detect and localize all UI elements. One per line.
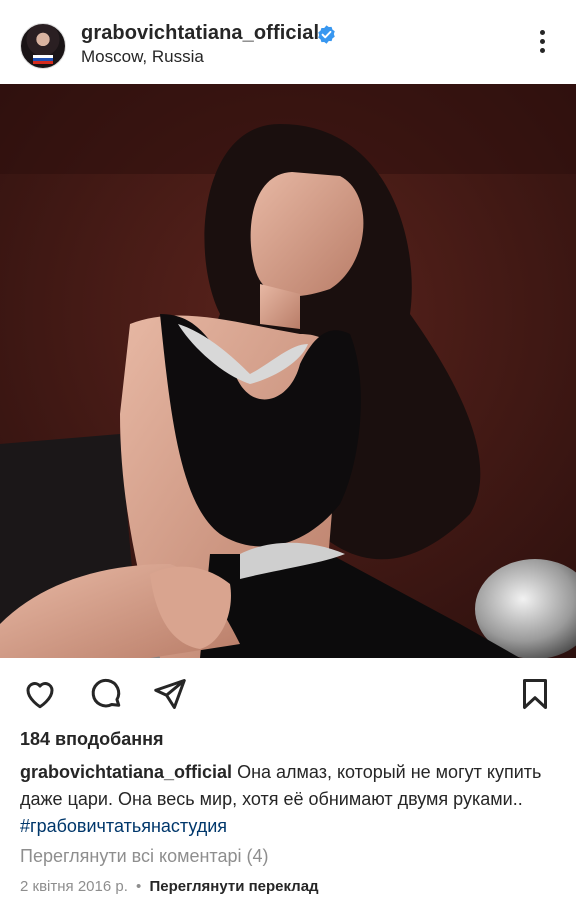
comment-bubble-icon[interactable] [88,676,124,712]
likes-count[interactable]: 184 вподобання [20,729,164,750]
translate-link[interactable]: Переглянути переклад [149,878,318,895]
post-actions [0,658,576,728]
verified-badge-icon [318,25,335,44]
post-photo[interactable] [0,84,576,658]
post-location[interactable]: Moscow, Russia [81,47,204,67]
post-header: grabovichtatiana_official Moscow, Russia [0,0,576,84]
post-caption: grabovichtatiana_official Она алмаз, кот… [20,759,550,840]
bookmark-icon[interactable] [517,676,553,712]
post-meta: 2 квітня 2016 р. • Переглянути переклад [20,878,319,895]
view-comments-link[interactable]: Переглянути всі коментарі (4) [20,846,268,867]
post-image [0,84,576,658]
more-options-icon[interactable] [530,30,554,60]
avatar[interactable] [20,23,66,69]
paper-plane-icon[interactable] [152,676,188,712]
caption-hashtag[interactable]: #грабовичтатьянастудия [20,816,227,836]
flag-icon [33,55,53,64]
post-username[interactable]: grabovichtatiana_official [81,22,319,45]
separator-dot: • [136,878,142,895]
heart-icon[interactable] [22,676,58,712]
caption-username[interactable]: grabovichtatiana_official [20,762,232,782]
post-date: 2 квітня 2016 р. [20,878,128,895]
